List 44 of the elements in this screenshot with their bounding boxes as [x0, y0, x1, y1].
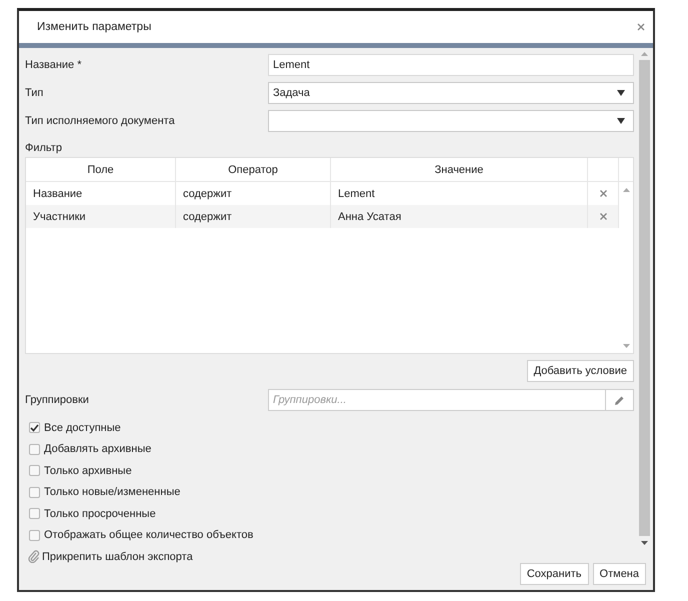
- checkbox[interactable]: [29, 444, 40, 455]
- pencil-icon[interactable]: [614, 394, 625, 406]
- scroll-down-icon[interactable]: [640, 541, 648, 545]
- attach-template-link[interactable]: Прикрепить шаблон экспорта: [42, 550, 193, 562]
- checkbox-label[interactable]: Добавлять архивные: [44, 443, 152, 456]
- cancel-button[interactable]: Отмена: [592, 563, 646, 585]
- checkbox[interactable]: [29, 465, 40, 476]
- delete-icon[interactable]: [600, 213, 606, 220]
- checkbox[interactable]: [29, 530, 40, 541]
- scroll-up-icon[interactable]: [622, 188, 630, 192]
- dropdown-caret-icon[interactable]: [617, 118, 625, 124]
- dropdown-field[interactable]: Задача: [268, 82, 634, 104]
- table-cell: Участники: [26, 205, 176, 228]
- close-icon[interactable]: [637, 23, 645, 31]
- checkbox[interactable]: [29, 486, 40, 498]
- table-cell: содержит: [176, 205, 331, 228]
- checkbox-label[interactable]: Отображать общее количество объектов: [44, 529, 254, 542]
- groupings-field[interactable]: Группировки...: [268, 389, 605, 411]
- paperclip-icon: [28, 550, 40, 563]
- field-label: Тип исполняемого документа: [25, 115, 176, 127]
- checkbox-label[interactable]: Все доступные: [44, 422, 121, 434]
- table-cell: Анна Усатая: [331, 205, 588, 228]
- checkbox[interactable]: [29, 508, 40, 520]
- checkbox-label[interactable]: Только новые/измененные: [44, 486, 180, 498]
- add-condition-button[interactable]: Добавить условие: [526, 360, 634, 382]
- column-header[interactable]: Поле: [26, 158, 176, 181]
- dropdown-caret-icon[interactable]: [617, 90, 625, 96]
- column-header[interactable]: Оператор: [176, 158, 331, 181]
- field-label: Название *: [25, 59, 82, 71]
- checkbox-label[interactable]: Только просроченные: [44, 508, 156, 520]
- text-field[interactable]: Lement: [268, 54, 634, 76]
- scrollbar-thumb[interactable]: [638, 60, 650, 536]
- field-label: Тип: [25, 87, 44, 99]
- delete-icon[interactable]: [600, 190, 606, 197]
- edit-button[interactable]: [605, 389, 634, 411]
- column-header[interactable]: Значение: [331, 158, 588, 181]
- save-button[interactable]: Сохранить: [520, 563, 589, 585]
- checkbox-label[interactable]: Только архивные: [44, 464, 132, 477]
- field-label: Группировки: [25, 394, 90, 406]
- scroll-up-icon[interactable]: [640, 52, 648, 56]
- checkbox[interactable]: [29, 422, 40, 434]
- section-label: Фильтр: [25, 142, 63, 154]
- dropdown-field[interactable]: [268, 110, 634, 132]
- dialog-title: Изменить параметры: [37, 21, 152, 33]
